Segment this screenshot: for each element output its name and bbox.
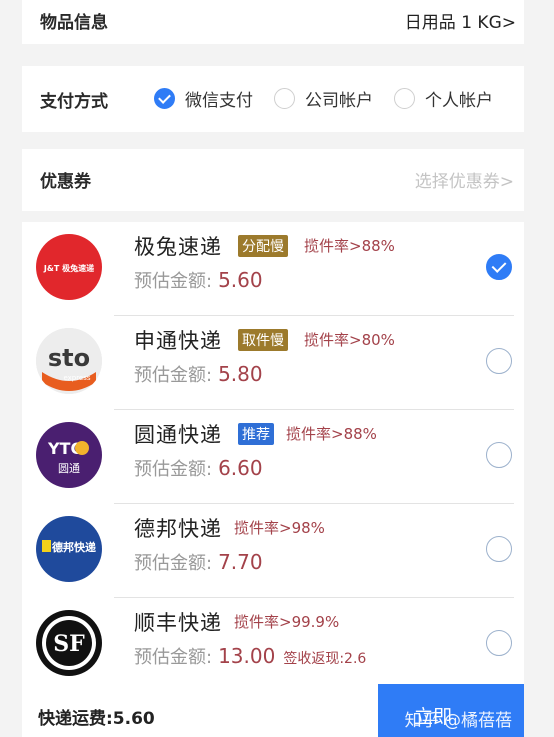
price-label: 预估金额: [134,553,213,574]
logo-text: J&T 极兔速递 [43,263,94,273]
price-value: 13.00 [218,644,276,668]
payment-option-label: 微信支付 [185,90,253,111]
carrier-item-yto[interactable]: YTO 圆通 圆通快递 推荐 揽件率>88% 预估金额: 6.60 [22,410,524,504]
carrier-name: 顺丰快递 [134,611,222,635]
price-row: 预估金额: 5.80 [134,361,263,387]
item-info-label: 物品信息 [40,13,108,33]
select-coupon-link[interactable]: 选择优惠券> [415,167,514,192]
price-label: 预估金额: [134,459,213,480]
price-row: 预估金额: 6.60 [134,455,263,481]
radio-checked-icon[interactable] [486,254,512,280]
shipping-fee: 快递运费:5.60 [38,709,155,729]
item-info-row[interactable]: 物品信息 日用品 1 KG> [22,0,524,44]
carrier-name: 极兔速递 [134,235,222,259]
logo-text: SF [53,631,85,657]
carrier-rate: 揽件率>98% [234,519,325,537]
radio-unchecked-icon[interactable] [486,536,512,562]
carrier-tag: 推荐 [238,423,274,445]
payment-method-label: 支付方式 [40,92,108,112]
coupon-label: 优惠券 [40,172,91,192]
payment-option-label: 公司帐户 [305,90,373,111]
logo-subtext: 圆通 [58,462,80,475]
price-value: 7.70 [218,550,263,574]
logo-text: sto [48,344,90,372]
carrier-rate: 揽件率>80% [304,331,395,349]
radio-unchecked-icon[interactable] [486,442,512,468]
price-label: 预估金额: [134,365,213,386]
carrier-rate: 揽件率>88% [304,237,395,255]
deppon-express-logo: 德邦快递 [36,516,102,582]
payment-option-company[interactable]: 公司帐户 [274,85,373,111]
carrier-rate: 揽件率>88% [286,425,377,443]
logo-text: 德邦快递 [51,540,96,554]
price-value: 5.80 [218,362,263,386]
payment-method-row: 支付方式 微信支付 公司帐户 个人帐户 [22,66,524,132]
price-value: 5.60 [218,268,263,292]
price-label: 预估金额: [134,271,213,292]
payment-option-personal[interactable]: 个人帐户 [394,85,493,111]
radio-unchecked-icon[interactable] [274,87,295,109]
watermark: 知乎 @橘蓓蓓 [404,711,512,731]
item-info-value[interactable]: 日用品 1 KG> [405,8,516,33]
carrier-name: 圆通快递 [134,423,222,447]
coupon-row[interactable]: 优惠券 选择优惠券> [22,149,524,211]
carrier-list: J&T 极兔速递 极兔速递 分配慢 揽件率>88% 预估金额: 5.60 sto … [22,222,524,684]
radio-unchecked-icon[interactable] [486,630,512,656]
price-value: 6.60 [218,456,263,480]
cashback-label: 签收返现:2.6 [283,651,367,667]
carrier-rate: 揽件率>99.9% [234,613,340,631]
carrier-name: 申通快递 [134,329,222,353]
bottom-bar: 快递运费:5.60 立即 知乎 @橘蓓蓓 [22,684,524,737]
radio-checked-icon[interactable] [154,87,175,109]
sf-express-logo: SF [36,610,102,676]
carrier-tag: 取件慢 [238,329,288,351]
carrier-item-jt[interactable]: J&T 极兔速递 极兔速递 分配慢 揽件率>88% 预估金额: 5.60 [22,222,524,316]
sto-express-logo: sto express [36,328,102,394]
logo-subtext: express [63,374,90,382]
radio-unchecked-icon[interactable] [394,87,415,109]
price-row: 预估金额: 5.60 [134,267,263,293]
carrier-name: 德邦快递 [134,517,222,541]
jt-express-logo: J&T 极兔速递 [36,234,102,300]
carrier-item-sf[interactable]: SF 顺丰快递 揽件率>99.9% 预估金额: 13.00 签收返现:2.6 [22,598,524,692]
carrier-tag: 分配慢 [238,235,288,257]
payment-option-wechat[interactable]: 微信支付 [154,85,253,111]
yto-express-logo: YTO 圆通 [36,422,102,488]
payment-option-label: 个人帐户 [425,90,493,111]
radio-unchecked-icon[interactable] [486,348,512,374]
carrier-item-deppon[interactable]: 德邦快递 德邦快递 揽件率>98% 预估金额: 7.70 [22,504,524,598]
price-row: 预估金额: 13.00 签收返现:2.6 [134,643,366,669]
price-label: 预估金额: [134,647,213,668]
carrier-item-sto[interactable]: sto express 申通快递 取件慢 揽件率>80% 预估金额: 5.80 [22,316,524,410]
price-row: 预估金额: 7.70 [134,549,263,575]
